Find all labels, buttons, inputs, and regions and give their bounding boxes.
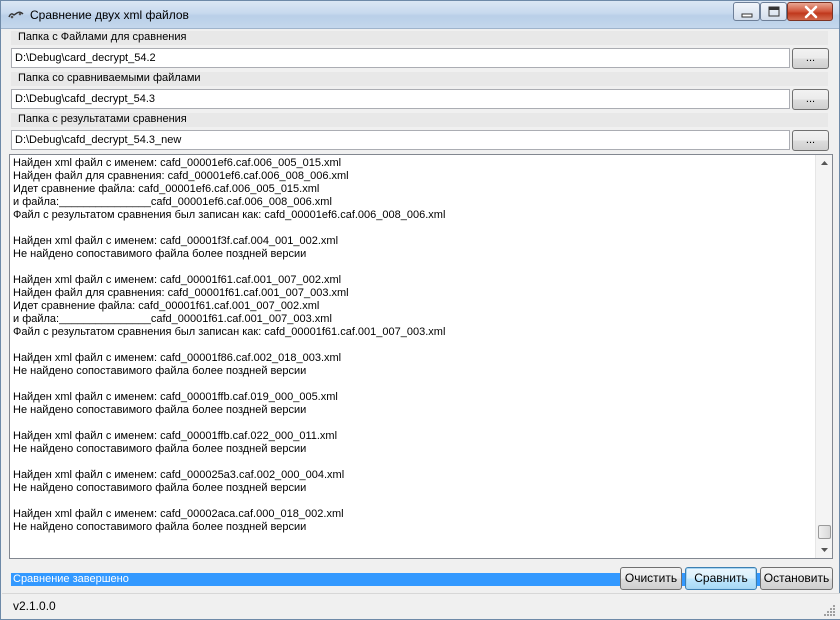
xml-compare-app-icon bbox=[8, 8, 24, 22]
minimize-button[interactable] bbox=[733, 2, 760, 21]
log-line[interactable] bbox=[13, 417, 813, 430]
log-line[interactable] bbox=[13, 547, 813, 560]
title-bar[interactable]: Сравнение двух xml файлов bbox=[1, 1, 839, 29]
log-line[interactable]: Найден xml файл с именем: cafd_00001f61.… bbox=[13, 274, 813, 287]
log-listbox[interactable]: Найден xml файл с именем: cafd_00001ef6.… bbox=[9, 154, 833, 586]
compare-folder-label: Папка со сравниваемыми файлами bbox=[11, 72, 828, 86]
log-line[interactable]: и файла:_______________cafd_00001f61.caf… bbox=[13, 313, 813, 326]
scroll-thumb[interactable] bbox=[818, 525, 831, 539]
log-line[interactable]: Найден файл для сравнения: cafd_00001ef6… bbox=[13, 170, 813, 183]
log-line[interactable] bbox=[13, 456, 813, 469]
log-line[interactable]: Найден xml файл с именем: cafd_00001ffb.… bbox=[13, 391, 813, 404]
resize-grip-icon[interactable] bbox=[824, 604, 836, 616]
log-line[interactable]: Не найдено сопоставимого файла более поз… bbox=[13, 248, 813, 261]
log-line[interactable]: Файл с результатом сравнения был записан… bbox=[13, 209, 813, 222]
log-line[interactable]: Идет сравнение файла: cafd_00001ef6.caf.… bbox=[13, 183, 813, 196]
log-line[interactable]: Найден файл для сравнения: cafd_00001f61… bbox=[13, 287, 813, 300]
log-line[interactable] bbox=[13, 261, 813, 274]
close-button[interactable] bbox=[787, 2, 833, 21]
log-lines: Найден xml файл с именем: cafd_00001ef6.… bbox=[11, 157, 813, 586]
scroll-up-button[interactable] bbox=[816, 155, 833, 172]
log-vertical-scrollbar[interactable] bbox=[815, 155, 832, 558]
result-folder-label: Папка с результатами сравнения bbox=[11, 113, 828, 127]
maximize-icon bbox=[768, 6, 780, 17]
compare-folder-input[interactable] bbox=[11, 89, 790, 109]
log-line[interactable]: Не найдено сопоставимого файла более поз… bbox=[13, 404, 813, 417]
log-line[interactable] bbox=[13, 339, 813, 352]
scroll-up-arrow-icon bbox=[821, 161, 828, 165]
compare-button[interactable]: Сравнить bbox=[685, 567, 757, 590]
status-bar: v2.1.0.0 bbox=[2, 593, 840, 619]
log-line[interactable]: Не найдено сопоставимого файла более поз… bbox=[13, 482, 813, 495]
log-line[interactable]: Файл с результатом сравнения был записан… bbox=[13, 326, 813, 339]
log-line[interactable]: и файла:_______________cafd_00001ef6.caf… bbox=[13, 196, 813, 209]
log-line[interactable]: Найден xml файл с именем: cafd_00001f3f.… bbox=[13, 235, 813, 248]
log-line[interactable] bbox=[13, 495, 813, 508]
log-line[interactable]: Идет сравнение файла: cafd_00001f61.caf.… bbox=[13, 300, 813, 313]
log-line[interactable] bbox=[13, 222, 813, 235]
log-line[interactable] bbox=[13, 378, 813, 391]
version-label: v2.1.0.0 bbox=[13, 599, 56, 613]
close-icon bbox=[804, 5, 818, 19]
log-line[interactable]: Найден xml файл с именем: cafd_000025a3.… bbox=[13, 469, 813, 482]
log-line[interactable]: Не найдено сопоставимого файла более поз… bbox=[13, 365, 813, 378]
window-title: Сравнение двух xml файлов bbox=[30, 8, 189, 22]
maximize-button[interactable] bbox=[760, 2, 787, 21]
log-line[interactable] bbox=[13, 534, 813, 547]
log-line[interactable]: Не найдено сопоставимого файла более поз… bbox=[13, 443, 813, 456]
minimize-icon bbox=[741, 13, 753, 18]
log-line[interactable]: Найден xml файл с именем: cafd_00001f86.… bbox=[13, 352, 813, 365]
main-window: Сравнение двух xml файлов Папка с Файлам… bbox=[0, 0, 840, 620]
source-folder-label: Папка с Файлами для сравнения bbox=[11, 31, 828, 45]
scroll-down-button[interactable] bbox=[816, 541, 833, 558]
clear-button[interactable]: Очистить bbox=[620, 567, 682, 590]
log-line[interactable]: Найден xml файл с именем: cafd_00001ef6.… bbox=[13, 157, 813, 170]
stop-button[interactable]: Остановить bbox=[760, 567, 833, 590]
source-folder-browse-button[interactable]: ... bbox=[792, 48, 829, 69]
log-line[interactable]: Не найдено сопоставимого файла более поз… bbox=[13, 521, 813, 534]
compare-folder-browse-button[interactable]: ... bbox=[792, 89, 829, 110]
result-folder-input[interactable] bbox=[11, 130, 790, 150]
log-line[interactable]: Найден xml файл с именем: cafd_00001ffb.… bbox=[13, 430, 813, 443]
result-folder-browse-button[interactable]: ... bbox=[792, 130, 829, 151]
source-folder-input[interactable] bbox=[11, 48, 790, 68]
scroll-down-arrow-icon bbox=[821, 548, 828, 552]
log-line[interactable]: Найден xml файл с именем: cafd_00002aca.… bbox=[13, 508, 813, 521]
